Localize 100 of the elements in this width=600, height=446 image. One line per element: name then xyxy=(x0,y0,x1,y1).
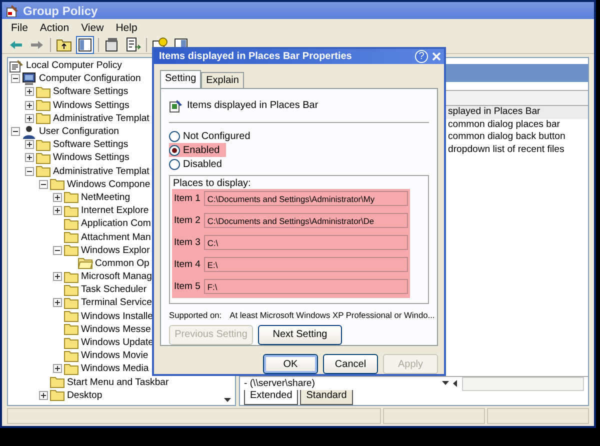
expand-icon[interactable] xyxy=(25,100,34,110)
folder-icon xyxy=(64,362,79,375)
tree-item[interactable]: User Configuration xyxy=(39,126,119,138)
view-tab[interactable]: Standard xyxy=(300,390,353,405)
collapse-icon[interactable] xyxy=(39,180,48,189)
folder-icon xyxy=(50,389,65,402)
dialog-title: Items displayed in Places Bar Properties xyxy=(159,51,353,62)
tree-item[interactable]: Windows Update xyxy=(81,337,154,348)
up-folder-icon[interactable] xyxy=(56,36,72,52)
properties-icon[interactable] xyxy=(104,36,120,52)
input-field[interactable]: F:\ xyxy=(204,279,408,294)
tree-item[interactable]: Common Op xyxy=(95,258,150,269)
folder-icon xyxy=(50,178,65,190)
input-field[interactable]: E:\ xyxy=(204,257,408,272)
expand-icon[interactable] xyxy=(53,272,62,282)
group-title: Places to display: xyxy=(172,178,252,190)
folder-icon xyxy=(64,350,79,362)
tree-item[interactable]: Administrative Templat xyxy=(53,112,150,124)
menu-item[interactable]: Help xyxy=(110,22,142,34)
computer-icon xyxy=(22,72,37,86)
tree-toggle-icon[interactable] xyxy=(77,36,93,52)
tree-item[interactable]: Start Menu and Taskbar xyxy=(67,376,169,388)
tree-item[interactable]: Application Com xyxy=(81,218,151,230)
nav-button[interactable]: Next Setting xyxy=(258,324,342,345)
supported-value: At least Microsoft Windows XP Professional or Windo... xyxy=(230,310,435,320)
scroll-down-icon[interactable] xyxy=(224,398,231,403)
input-field[interactable]: C:\Documents and Settings\Administrator\My xyxy=(204,191,408,206)
dialog-tab[interactable]: Setting xyxy=(160,70,202,88)
scroll-left-icon[interactable] xyxy=(453,380,458,387)
export-list-icon[interactable] xyxy=(125,36,141,52)
menu-item[interactable]: Action xyxy=(34,22,74,34)
folder-icon xyxy=(36,86,51,98)
tree-item[interactable]: Windows Media xyxy=(81,363,149,374)
tree-item[interactable]: Windows Settings xyxy=(53,152,130,164)
help-button[interactable]: ? xyxy=(415,50,428,63)
tree-item[interactable]: Windows Installe xyxy=(81,310,153,322)
tree-item[interactable]: Desktop xyxy=(67,390,102,401)
menu-item[interactable]: View xyxy=(76,22,109,34)
collapse-icon[interactable] xyxy=(53,246,62,255)
expand-icon[interactable] xyxy=(53,192,62,202)
folder-icon xyxy=(64,231,79,244)
tree-item[interactable]: Windows Settings xyxy=(53,100,130,111)
tree-item[interactable]: Terminal Service xyxy=(81,297,152,308)
expand-icon[interactable] xyxy=(39,390,48,400)
folder-icon xyxy=(36,112,51,124)
dropdown-arrow-icon[interactable] xyxy=(442,381,450,386)
path-text: - (\\server\share) xyxy=(244,378,315,389)
folder-icon xyxy=(64,270,79,283)
folder-icon xyxy=(64,336,79,349)
window-title: Group Policy xyxy=(23,4,98,18)
tree-item[interactable]: Computer Configuration xyxy=(39,73,141,84)
folder-icon xyxy=(36,99,51,112)
dialog-tab[interactable]: Explain xyxy=(201,72,244,88)
input-field[interactable]: C:\ xyxy=(204,235,408,250)
item-label: Item 4 xyxy=(174,259,200,270)
item-label: Item 2 xyxy=(174,215,200,226)
menu-item[interactable]: File xyxy=(6,22,33,34)
expand-icon[interactable] xyxy=(53,364,62,374)
expand-icon[interactable] xyxy=(53,298,62,308)
setting-heading: Items displayed in Places Bar xyxy=(187,100,318,112)
tree-item[interactable]: Windows Explor xyxy=(81,244,150,256)
folder-icon xyxy=(78,257,93,270)
expand-icon[interactable] xyxy=(25,114,34,123)
collapse-icon[interactable] xyxy=(25,166,34,176)
tree-item[interactable]: NetMeeting xyxy=(81,192,130,203)
expand-icon[interactable] xyxy=(25,140,34,150)
folder-icon xyxy=(64,284,79,296)
tree-item[interactable]: Local Computer Policy xyxy=(26,60,122,72)
policy-setting-icon xyxy=(169,98,183,113)
folder-icon xyxy=(64,296,79,309)
supported-label: Supported on: xyxy=(169,310,222,320)
tree-item[interactable]: Windows Movie xyxy=(81,350,148,362)
horizontal-scrollbar[interactable] xyxy=(462,376,584,390)
radio-option[interactable]: Not Configured xyxy=(169,129,256,144)
radio-option[interactable]: Disabled xyxy=(169,157,228,172)
folder-icon xyxy=(64,218,79,230)
expand-icon[interactable] xyxy=(25,153,34,162)
tree-item[interactable]: Attachment Man xyxy=(81,232,151,243)
tree-item[interactable]: Task Scheduler xyxy=(81,284,147,296)
folder-icon xyxy=(64,204,79,217)
tree-item[interactable]: Windows Messe xyxy=(81,324,151,335)
expand-icon[interactable] xyxy=(25,87,34,96)
tree-item[interactable]: Software Settings xyxy=(53,86,128,98)
tree-item[interactable]: Windows Compone xyxy=(67,178,150,190)
collapse-icon[interactable] xyxy=(11,127,20,136)
view-tab[interactable]: Extended xyxy=(244,390,298,405)
expand-icon[interactable] xyxy=(53,206,62,216)
tree-item[interactable]: Microsoft Manag xyxy=(81,271,152,282)
radio-option[interactable]: Enabled xyxy=(169,143,226,158)
tree-item[interactable]: Administrative Templat xyxy=(53,166,150,177)
collapse-icon[interactable] xyxy=(11,74,20,84)
item-label: Item 5 xyxy=(174,281,200,292)
tree-item[interactable]: Software Settings xyxy=(53,139,128,150)
tree-item[interactable]: Internet Explore xyxy=(81,205,149,216)
user-icon xyxy=(22,124,37,139)
dialog-button[interactable]: OK xyxy=(263,354,318,374)
input-field[interactable]: C:\Documents and Settings\Administrator\De xyxy=(204,213,408,228)
app-icon xyxy=(6,4,19,17)
close-icon[interactable] xyxy=(432,52,441,61)
dialog-button[interactable]: Cancel xyxy=(323,354,378,374)
